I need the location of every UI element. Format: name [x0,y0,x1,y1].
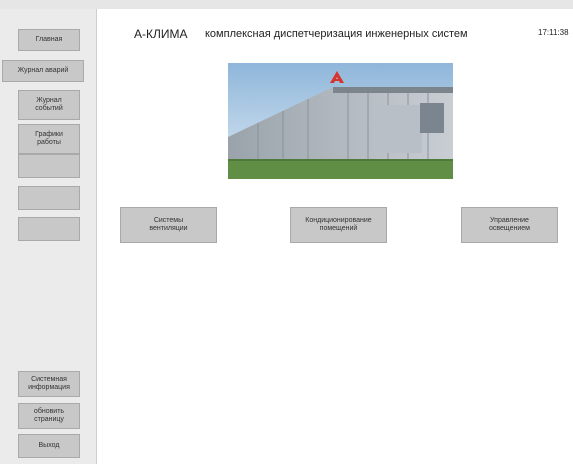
nav-schedules-button[interactable]: Графики работы [18,124,80,154]
nav-home-button[interactable]: Главная [18,29,80,51]
nav-event-log-button[interactable]: Журнал событий [18,90,80,120]
lighting-control-button[interactable]: Управление освещением [461,207,558,243]
refresh-page-button[interactable]: обновить страницу [18,403,80,429]
sidebar: Главная Журнал аварий Журнал событий Гра… [0,9,97,464]
ventilation-systems-button[interactable]: Системы вентиляции [120,207,217,243]
room-conditioning-button[interactable]: Кондиционирование помещений [290,207,387,243]
system-info-button[interactable]: Системная информация [18,371,80,397]
exit-button[interactable]: Выход [18,434,80,458]
nav-empty-button-3[interactable] [18,217,80,241]
building-photo [228,63,453,179]
main-panel: А-КЛИМА комплексная диспетчеризация инже… [97,9,573,464]
top-strip [0,0,573,9]
nav-alarm-log-button[interactable]: Журнал аварий [2,60,84,82]
nav-empty-button-1[interactable] [18,154,80,178]
clock-time: 17:11:38 [538,28,569,37]
page-subtitle: комплексная диспетчеризация инженерных с… [205,28,468,40]
brand-title: А-КЛИМА [134,27,188,41]
nav-empty-button-2[interactable] [18,186,80,210]
